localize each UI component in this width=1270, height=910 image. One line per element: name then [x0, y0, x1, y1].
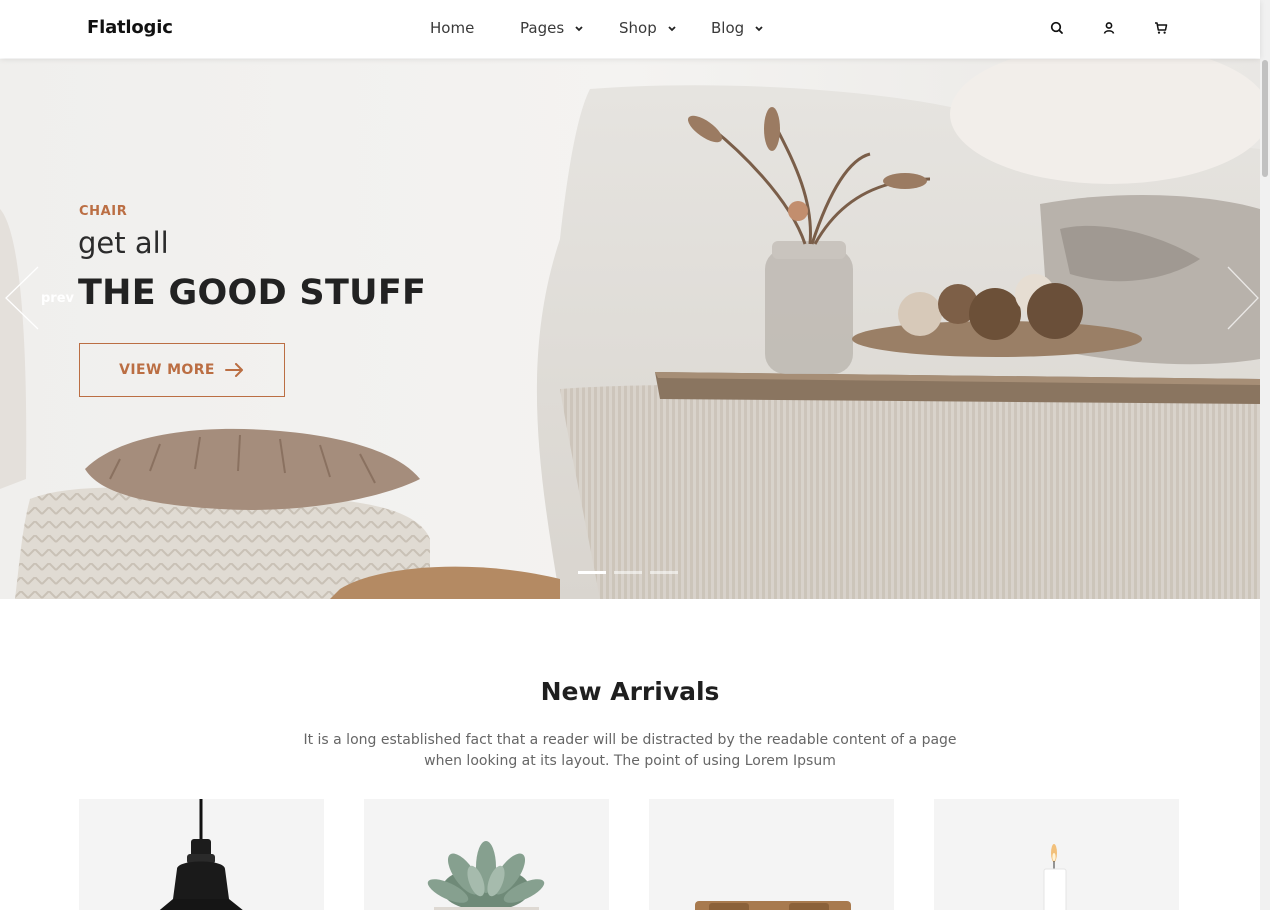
hero-lead: get all [78, 226, 169, 260]
nav-item-home[interactable]: Home [430, 19, 474, 37]
nav-item-label: Shop [619, 19, 657, 37]
chevron-down-icon [755, 26, 763, 32]
prev-slide-label[interactable]: prev [41, 291, 74, 306]
hero-headline: THE GOOD STUFF [78, 273, 427, 313]
section-subtitle: It is a long established fact that a rea… [303, 732, 957, 769]
page-scrollbar[interactable] [1260, 0, 1270, 910]
nav-item-blog[interactable]: Blog [711, 19, 763, 37]
view-more-label: VIEW MORE [119, 362, 215, 378]
nav-item-label: Blog [711, 19, 745, 37]
cart-icon[interactable] [1153, 20, 1169, 36]
view-more-button[interactable]: VIEW MORE [79, 343, 285, 397]
succulent-plant-image [427, 841, 545, 910]
pendant-lamp-image [159, 799, 243, 910]
candle-image [1043, 844, 1067, 910]
nav-item-pages[interactable]: Pages [520, 19, 583, 37]
product-card[interactable] [364, 799, 609, 910]
arrow-right-icon [224, 363, 243, 377]
slider-dot[interactable] [650, 571, 678, 574]
nav-item-label: Pages [520, 19, 565, 37]
prev-arrow-icon[interactable] [4, 265, 40, 331]
user-icon[interactable] [1101, 20, 1117, 36]
scrollbar-thumb[interactable] [1262, 60, 1268, 177]
site-logo[interactable]: Flatlogic [87, 17, 173, 38]
section-title: New Arrivals [540, 677, 720, 706]
nav-item-shop[interactable]: Shop [619, 19, 676, 37]
product-card[interactable] [79, 799, 324, 910]
product-card[interactable] [649, 799, 894, 910]
nav-item-label: Home [430, 19, 475, 37]
slider-dot[interactable] [578, 571, 606, 574]
hero-background-image [0, 59, 1260, 599]
wooden-tray-image [695, 901, 851, 910]
next-arrow-icon[interactable] [1226, 265, 1260, 331]
search-icon[interactable] [1049, 20, 1065, 36]
site-header: Flatlogic Home Pages Shop Blog [0, 0, 1260, 58]
product-card[interactable] [934, 799, 1179, 910]
hero-eyebrow: CHAIR [79, 204, 128, 219]
chevron-down-icon [667, 26, 676, 32]
hero-slider: CHAIR get all THE GOOD STUFF VIEW MORE p… [0, 59, 1260, 599]
slider-dot[interactable] [614, 571, 642, 574]
chevron-down-icon [575, 26, 583, 32]
